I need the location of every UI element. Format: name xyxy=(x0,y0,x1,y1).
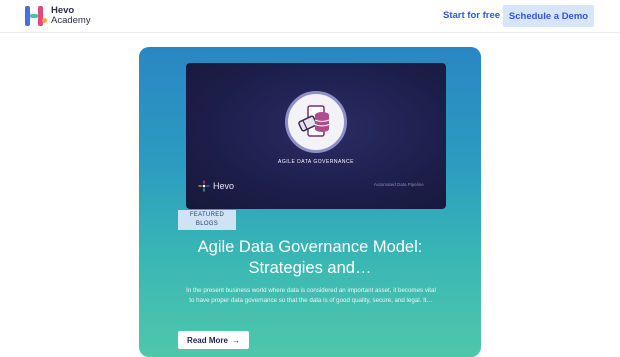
logo-text-line2: Academy xyxy=(51,15,91,26)
blog-post-excerpt: In the present business world where data… xyxy=(186,287,436,304)
data-governance-illustration xyxy=(285,91,347,153)
badge-line1: FEATURED xyxy=(189,212,225,218)
thumbnail-logo: Hevo xyxy=(198,180,234,192)
blog-thumbnail[interactable]: AGILE DATA GOVERNANCE Hevo Automated Dat… xyxy=(186,63,446,209)
thumbnail-footer-text: Automated Data Pipeline xyxy=(374,182,424,187)
blog-title-line1: Agile Data Governance Model: xyxy=(197,238,423,256)
featured-blog-card: AGILE DATA GOVERNANCE Hevo Automated Dat… xyxy=(139,47,481,357)
top-navigation-bar: Hevo Academy Start for free Schedule a D… xyxy=(0,0,620,33)
blog-title-line2: Strategies and… xyxy=(248,259,372,277)
database-document-icon xyxy=(298,105,330,137)
hevo-academy-logo[interactable]: Hevo Academy xyxy=(25,6,91,26)
hevo-spark-icon xyxy=(198,180,210,192)
schedule-demo-button[interactable]: Schedule a Demo xyxy=(503,5,594,27)
start-for-free-link[interactable]: Start for free xyxy=(443,10,500,21)
logo-wordmark: Hevo Academy xyxy=(51,6,91,26)
featured-blogs-badge: FEATURED BLOGS xyxy=(178,210,236,230)
read-more-button[interactable]: Read More → xyxy=(178,331,249,349)
arrow-right-icon: → xyxy=(231,335,240,345)
thumbnail-logo-text: Hevo xyxy=(213,181,235,191)
thumbnail-title: AGILE DATA GOVERNANCE xyxy=(278,159,354,165)
read-more-label: Read More xyxy=(187,335,228,345)
blog-post-title[interactable]: Agile Data Governance Model: Strategies … xyxy=(139,237,481,279)
hevo-logo-icon xyxy=(25,6,47,26)
badge-line2: BLOGS xyxy=(195,221,219,227)
